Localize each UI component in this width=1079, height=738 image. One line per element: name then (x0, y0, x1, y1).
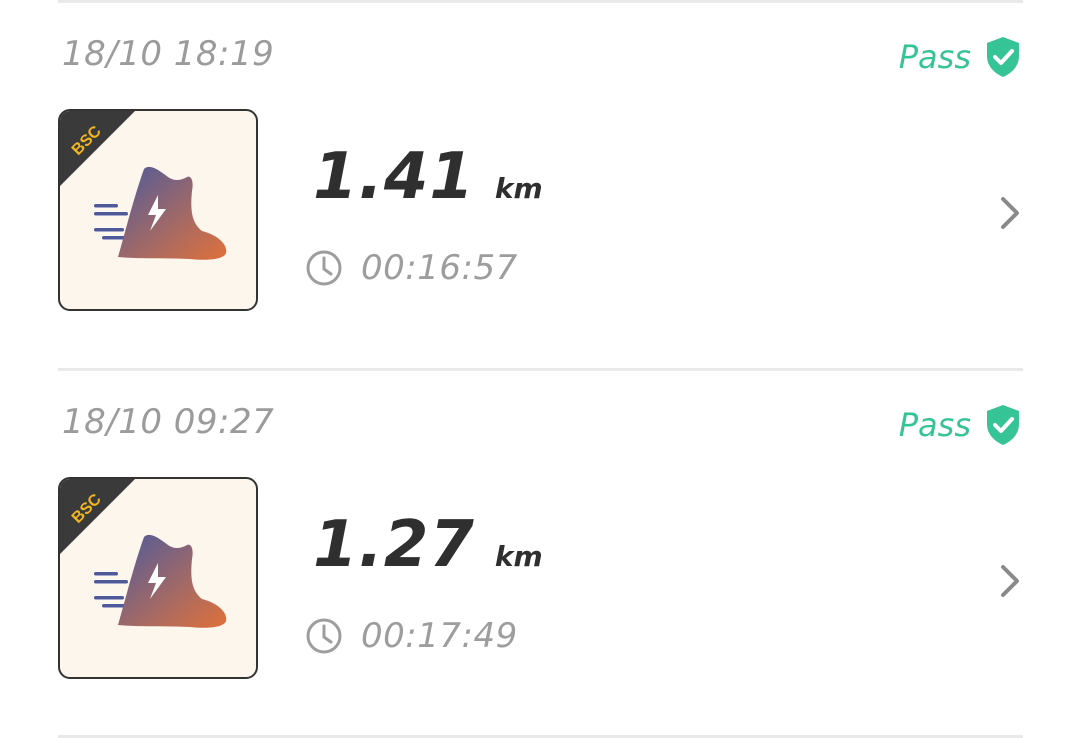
shield-check-icon (987, 37, 1019, 77)
running-shoe-icon: BSC (60, 479, 227, 628)
clock-icon (306, 250, 342, 286)
clock-icon (306, 618, 342, 654)
distance-unit: km (494, 172, 543, 205)
record-timestamp: 18/10 18:19 (62, 34, 275, 74)
distance-display: 1.41 km (313, 140, 543, 214)
status-badge: Pass (899, 36, 1021, 78)
record-timestamp: 18/10 09:27 (62, 402, 275, 442)
activity-record[interactable]: 18/10 09:27 Pass BSC 1.27 km 00:17:49 (0, 370, 1079, 736)
chevron-right-icon[interactable] (999, 195, 1023, 231)
duration-display: 00:17:49 (305, 616, 518, 656)
duration-value: 00:16:57 (361, 248, 518, 288)
status-badge: Pass (899, 404, 1021, 446)
status-label: Pass (898, 38, 971, 76)
distance-value: 1.41 (313, 140, 475, 214)
duration-display: 00:16:57 (305, 248, 518, 288)
duration-value: 00:17:49 (361, 616, 518, 656)
status-label: Pass (898, 406, 971, 444)
running-shoe-icon: BSC (60, 111, 227, 260)
activity-record[interactable]: 18/10 18:19 Pass BSC 1.41 km 00:16:57 (0, 2, 1079, 368)
shield-check-icon (987, 405, 1019, 445)
distance-unit: km (494, 540, 543, 573)
activity-thumbnail: BSC (58, 109, 258, 311)
distance-value: 1.27 (313, 508, 475, 582)
distance-display: 1.27 km (313, 508, 543, 582)
activity-thumbnail: BSC (58, 477, 258, 679)
chevron-right-icon[interactable] (999, 563, 1023, 599)
